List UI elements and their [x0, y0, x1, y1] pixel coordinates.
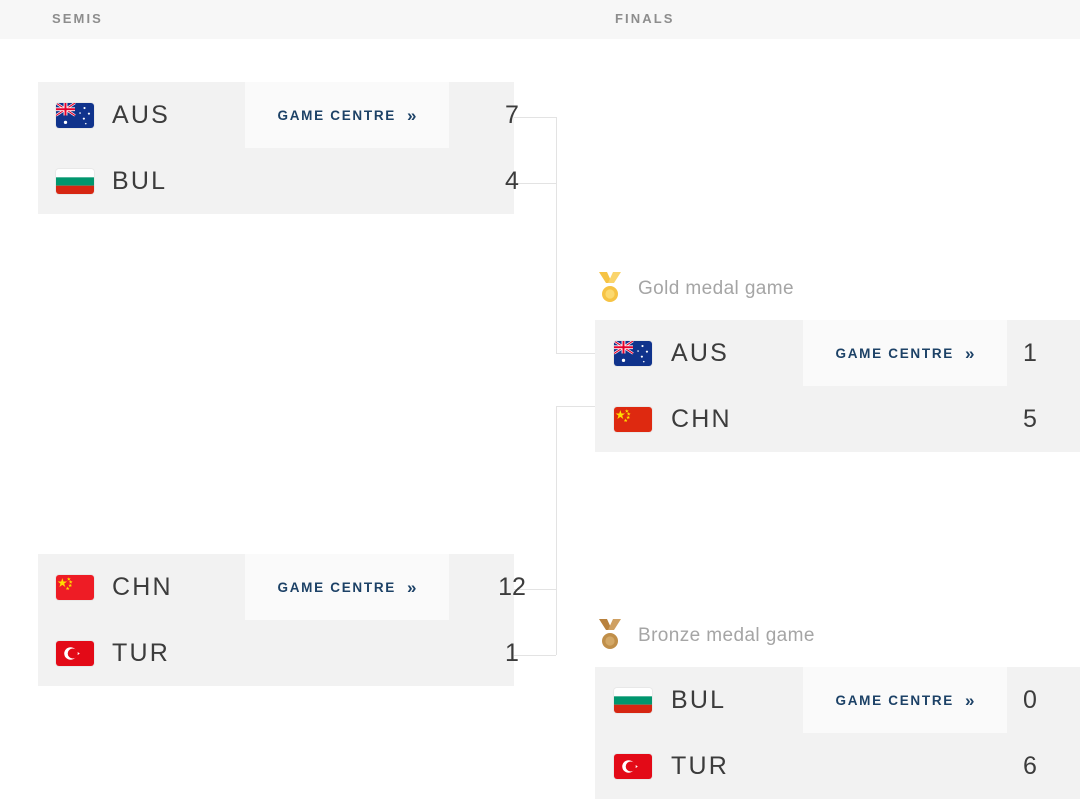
table-row: AUS 7	[38, 82, 519, 148]
team-score: 12	[498, 572, 526, 601]
match-semi-2[interactable]: GAME CENTRE » CHN 12 TUR 1	[38, 554, 526, 686]
bracket-header: SEMIS FINALS	[0, 0, 1080, 39]
match-bronze-medal-game[interactable]: GAME CENTRE » BUL 0 TUR 6	[595, 667, 1080, 799]
flag-bulgaria-icon	[614, 687, 652, 713]
table-row: BUL 0	[595, 667, 1080, 733]
team-score: 1	[505, 638, 519, 667]
team-score: 6	[1023, 751, 1037, 780]
team-score: 0	[1023, 685, 1037, 714]
flag-china-icon	[56, 574, 94, 600]
table-row: TUR 6	[595, 733, 1080, 799]
team-code: AUS	[671, 338, 730, 367]
table-row: CHN 12	[38, 554, 526, 620]
team-code: TUR	[112, 638, 170, 667]
flag-china-icon	[614, 406, 652, 432]
team-score: 4	[505, 166, 519, 195]
gold-medal-game-caption: Gold medal game	[595, 270, 794, 308]
team-code: CHN	[112, 572, 173, 601]
flag-turkey-icon	[56, 640, 94, 666]
match-gold-medal-game[interactable]: GAME CENTRE » AUS 1 CHN 5	[595, 320, 1080, 452]
flag-bulgaria-icon	[56, 168, 94, 194]
table-row: AUS 1	[595, 320, 1080, 386]
table-row: BUL 4	[38, 148, 519, 214]
flag-australia-icon	[56, 102, 94, 128]
connector-to-gold-game	[556, 353, 595, 354]
medal-caption-label: Gold medal game	[638, 278, 794, 299]
flag-australia-icon	[614, 340, 652, 366]
team-code: BUL	[112, 166, 168, 195]
gold-medal-icon	[595, 270, 625, 308]
team-score: 7	[505, 100, 519, 129]
team-code: TUR	[671, 751, 729, 780]
team-code: CHN	[671, 404, 732, 433]
medal-caption-label: Bronze medal game	[638, 625, 815, 646]
bronze-medal-icon	[595, 617, 625, 655]
connector-to-bronze-game	[556, 406, 595, 407]
team-score: 5	[1023, 404, 1037, 433]
team-code: AUS	[112, 100, 171, 129]
table-row: TUR 1	[38, 620, 519, 686]
match-semi-1[interactable]: GAME CENTRE » AUS 7 BUL 4	[38, 82, 519, 214]
connector-semi1-vertical	[556, 117, 557, 353]
team-code: BUL	[671, 685, 727, 714]
team-score: 1	[1023, 338, 1037, 367]
connector-semi2-vertical	[556, 406, 557, 655]
flag-turkey-icon	[614, 753, 652, 779]
round-label-semis: SEMIS	[52, 11, 103, 26]
bronze-medal-game-caption: Bronze medal game	[595, 617, 815, 655]
round-label-finals: FINALS	[615, 11, 675, 26]
table-row: CHN 5	[595, 386, 1080, 452]
